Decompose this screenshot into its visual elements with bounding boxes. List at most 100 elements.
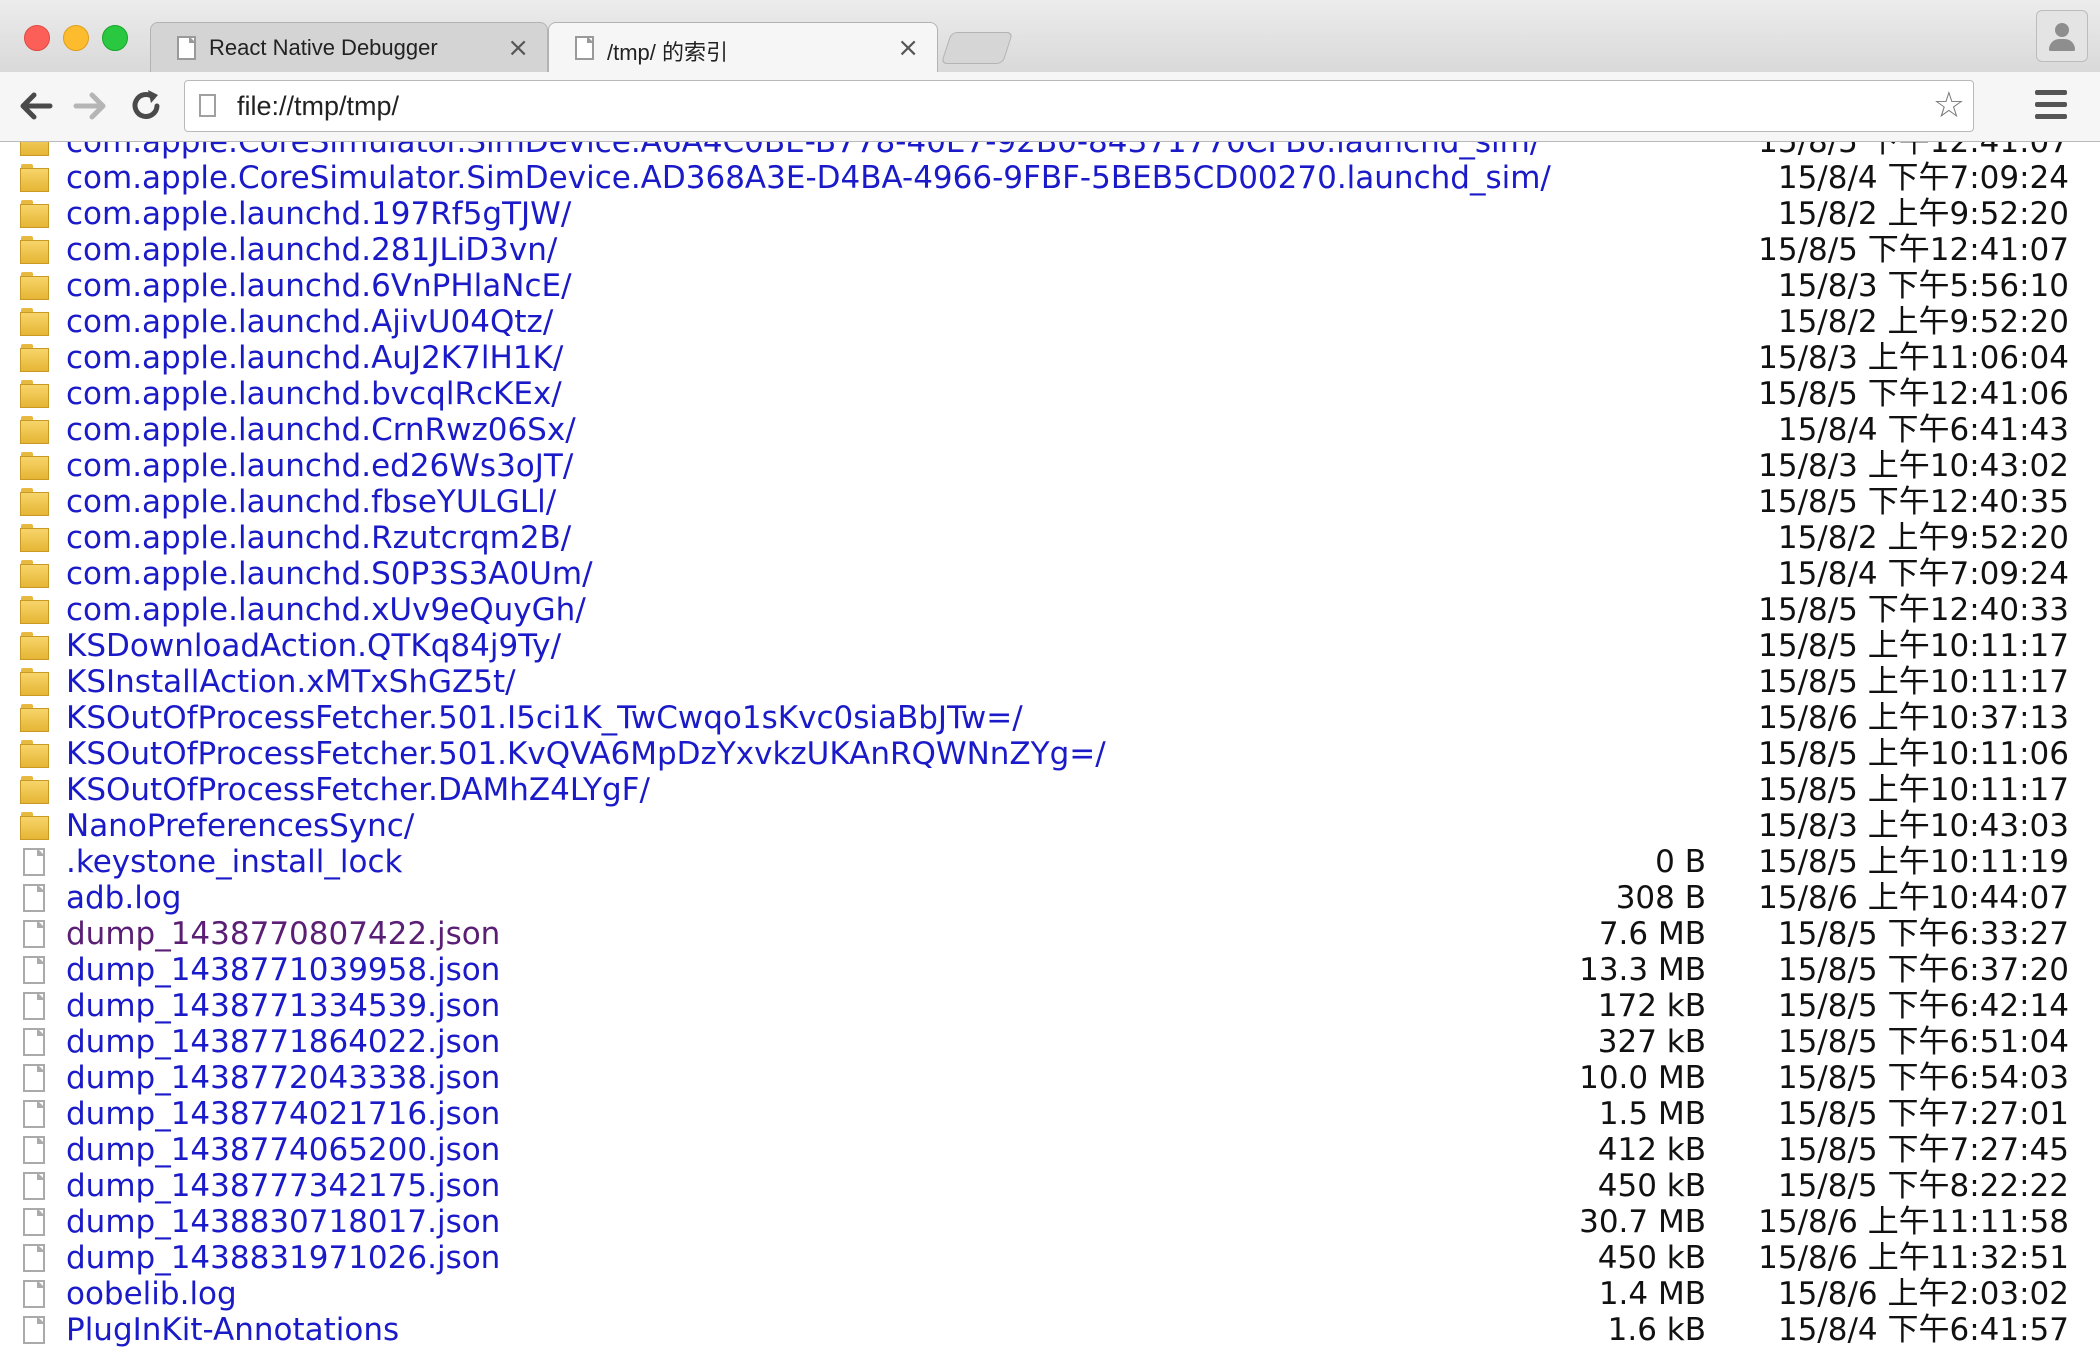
- entry-link[interactable]: com.apple.launchd.fbseYULGLl/: [66, 484, 556, 520]
- entry-link[interactable]: dump_1438770807422.json: [66, 916, 500, 952]
- forward-arrow-icon[interactable]: [68, 84, 112, 128]
- window-close-button[interactable]: [24, 25, 50, 51]
- entry-date: 15/8/5 下午12:41:07: [1758, 142, 2069, 160]
- entry-link[interactable]: com.apple.launchd.Rzutcrqm2B/: [66, 520, 571, 556]
- entry-link[interactable]: com.apple.launchd.bvcqlRcKEx/: [66, 376, 562, 412]
- folder-icon: [20, 380, 49, 408]
- entry-link[interactable]: dump_1438772043338.json: [66, 1060, 500, 1096]
- entry-link[interactable]: KSOutOfProcessFetcher.DAMhZ4LYgF/: [66, 772, 650, 808]
- tab-title: /tmp/ 的索引: [607, 40, 729, 65]
- entry-date: 15/8/6 上午10:37:13: [1758, 700, 2069, 736]
- file-icon: [20, 992, 49, 1020]
- window-minimize-button[interactable]: [63, 25, 89, 51]
- listing-rows: com.apple.CoreSimulator.SimDevice.A6A4C0…: [0, 142, 2100, 1348]
- entry-link[interactable]: KSDownloadAction.QTKq84j9Ty/: [66, 628, 561, 664]
- url-text[interactable]: file://tmp/tmp/: [237, 91, 399, 122]
- entry-date: 15/8/2 上午9:52:20: [1777, 520, 2069, 556]
- file-icon: [20, 1136, 49, 1164]
- tab-tmp-index[interactable]: /tmp/ 的索引 ×: [548, 22, 938, 72]
- list-item: dump_1438831971026.json 450 kB 15/8/6 上午11…: [0, 1240, 2100, 1276]
- entry-link[interactable]: dump_1438771864022.json: [66, 1024, 500, 1060]
- entry-link[interactable]: dump_1438771039958.json: [66, 952, 500, 988]
- list-item: dump_1438770807422.json 7.6 MB 15/8/5 下午6:…: [0, 916, 2100, 952]
- entry-link[interactable]: com.apple.launchd.S0P3S3A0Um/: [66, 556, 593, 592]
- list-item: adb.log 308 B 15/8/6 上午10:44:07: [0, 880, 2100, 916]
- folder-icon: [20, 668, 49, 696]
- file-icon: [20, 1172, 49, 1200]
- entry-link[interactable]: dump_1438777342175.json: [66, 1168, 500, 1204]
- address-bar[interactable]: file://tmp/tmp/ ☆: [184, 80, 1974, 132]
- profile-icon[interactable]: [2036, 10, 2088, 62]
- folder-icon: [20, 812, 49, 840]
- file-icon: [20, 1100, 49, 1128]
- entry-size: 327 kB: [1597, 1024, 1706, 1060]
- tab-react-native-debugger[interactable]: React Native Debugger ×: [150, 22, 548, 72]
- entry-link[interactable]: oobelib.log: [66, 1276, 237, 1312]
- list-item: dump_1438830718017.json 30.7 MB 15/8/6 上午1…: [0, 1204, 2100, 1240]
- list-item: com.apple.CoreSimulator.SimDevice.AD368A…: [0, 160, 2100, 196]
- entry-link[interactable]: com.apple.launchd.CrnRwz06Sx/: [66, 412, 576, 448]
- entry-link[interactable]: com.apple.launchd.6VnPHlaNcE/: [66, 268, 572, 304]
- entry-link[interactable]: KSOutOfProcessFetcher.501.KvQVA6MpDzYxvk…: [66, 736, 1106, 772]
- entry-link[interactable]: adb.log: [66, 880, 181, 916]
- entry-date: 15/8/6 上午10:44:07: [1758, 880, 2069, 916]
- entry-size: 308 B: [1615, 880, 1706, 916]
- back-arrow-icon[interactable]: [14, 84, 58, 128]
- file-icon: [20, 956, 49, 984]
- list-item: com.apple.launchd.ed26Ws3oJT/15/8/3 上午10…: [0, 448, 2100, 484]
- list-item: com.apple.launchd.xUv9eQuyGh/15/8/5 下午12…: [0, 592, 2100, 628]
- list-item: com.apple.launchd.AjivU04Qtz/15/8/2 上午9:…: [0, 304, 2100, 340]
- entry-link[interactable]: KSInstallAction.xMTxShGZ5t/: [66, 664, 516, 700]
- hamburger-menu-icon[interactable]: [2035, 90, 2067, 124]
- new-tab-button[interactable]: [940, 32, 1014, 64]
- entry-link[interactable]: com.apple.launchd.197Rf5gTJW/: [66, 196, 571, 232]
- entry-link[interactable]: com.apple.launchd.AuJ2K7lH1K/: [66, 340, 563, 376]
- list-item: dump_1438777342175.json 450 kB 15/8/5 下午8:…: [0, 1168, 2100, 1204]
- entry-link[interactable]: dump_1438831971026.json: [66, 1240, 500, 1276]
- folder-icon: [20, 740, 49, 768]
- entry-date: 15/8/3 上午10:43:02: [1758, 448, 2069, 484]
- entry-date: 15/8/3 上午11:06:04: [1758, 340, 2069, 376]
- folder-icon: [20, 236, 49, 264]
- entry-link[interactable]: .keystone_install_lock: [66, 844, 402, 880]
- entry-size: 1.4 MB: [1598, 1276, 1706, 1312]
- folder-icon: [20, 452, 49, 480]
- tab-close-icon[interactable]: ×: [507, 33, 529, 63]
- entry-link[interactable]: dump_1438774021716.json: [66, 1096, 500, 1132]
- entry-link[interactable]: dump_1438830718017.json: [66, 1204, 500, 1240]
- window-zoom-button[interactable]: [102, 25, 128, 51]
- entry-date: 15/8/2 上午9:52:20: [1777, 196, 2069, 232]
- list-item: KSOutOfProcessFetcher.501.KvQVA6MpDzYxvk…: [0, 736, 2100, 772]
- entry-link[interactable]: com.apple.launchd.AjivU04Qtz/: [66, 304, 553, 340]
- entry-size: 30.7 MB: [1579, 1204, 1706, 1240]
- list-item: com.apple.launchd.281JLiD3vn/15/8/5 下午12…: [0, 232, 2100, 268]
- star-icon[interactable]: ☆: [1933, 87, 1965, 125]
- entry-date: 15/8/2 上午9:52:20: [1777, 304, 2069, 340]
- entry-link[interactable]: com.apple.launchd.281JLiD3vn/: [66, 232, 557, 268]
- page-icon: [199, 94, 216, 117]
- entry-size: 450 kB: [1597, 1168, 1706, 1204]
- folder-icon: [20, 200, 49, 228]
- folder-icon: [20, 596, 49, 624]
- file-icon: [20, 920, 49, 948]
- entry-date: 15/8/5 下午12:41:07: [1758, 232, 2069, 268]
- entry-link[interactable]: KSOutOfProcessFetcher.501.I5ci1K_TwCwqo1…: [66, 700, 1023, 736]
- list-item: KSOutOfProcessFetcher.501.I5ci1K_TwCwqo1…: [0, 700, 2100, 736]
- list-item: dump_1438774021716.json 1.5 MB 15/8/5 下午7:…: [0, 1096, 2100, 1132]
- reload-icon[interactable]: [124, 84, 168, 128]
- entry-date: 15/8/5 下午7:27:01: [1777, 1096, 2069, 1132]
- list-item: KSDownloadAction.QTKq84j9Ty/15/8/5 上午10:…: [0, 628, 2100, 664]
- entry-link[interactable]: com.apple.launchd.xUv9eQuyGh/: [66, 592, 586, 628]
- entry-link[interactable]: PlugInKit-Annotations: [66, 1312, 399, 1348]
- entry-link[interactable]: dump_1438771334539.json: [66, 988, 500, 1024]
- tab-title: React Native Debugger: [209, 35, 438, 60]
- entry-link[interactable]: dump_1438774065200.json: [66, 1132, 500, 1168]
- entry-link[interactable]: NanoPreferencesSync/: [66, 808, 414, 844]
- entry-date: 15/8/4 下午6:41:43: [1777, 412, 2069, 448]
- entry-link[interactable]: com.apple.launchd.ed26Ws3oJT/: [66, 448, 573, 484]
- entry-link[interactable]: com.apple.CoreSimulator.SimDevice.AD368A…: [66, 160, 1551, 196]
- tab-close-icon[interactable]: ×: [897, 33, 919, 63]
- list-item: com.apple.launchd.Rzutcrqm2B/15/8/2 上午9:…: [0, 520, 2100, 556]
- file-icon: [20, 1280, 49, 1308]
- entry-link[interactable]: com.apple.CoreSimulator.SimDevice.A6A4C0…: [66, 142, 1540, 160]
